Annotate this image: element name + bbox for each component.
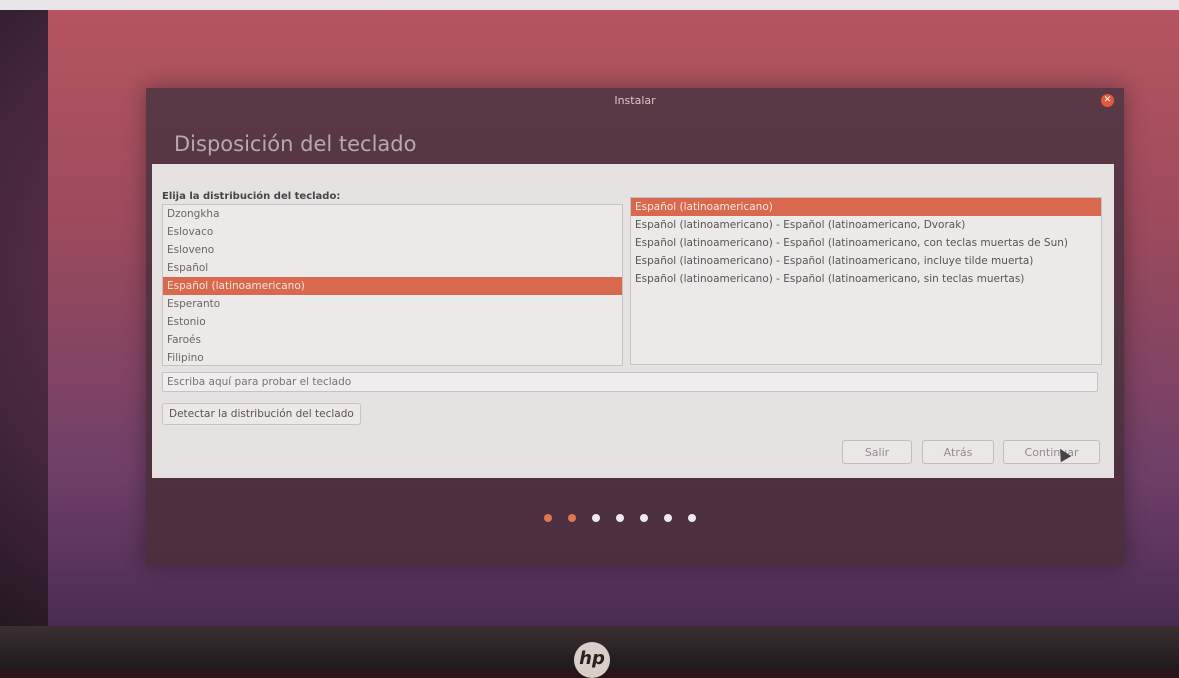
list-item[interactable]: Estonio (163, 313, 622, 331)
list-item[interactable]: Español (latinoamericano) (631, 198, 1101, 216)
window-title: Instalar (614, 94, 656, 107)
list-item[interactable]: Español (163, 259, 622, 277)
progress-dots (544, 514, 696, 526)
progress-dot (616, 514, 624, 522)
quit-button[interactable]: Salir (842, 440, 912, 464)
page-title: Disposición del teclado (174, 132, 417, 156)
progress-dot (664, 514, 672, 522)
hp-logo-icon: hp (574, 642, 610, 678)
list-item[interactable]: Esperanto (163, 295, 622, 313)
list-item[interactable]: Filipino (163, 349, 622, 365)
progress-dot (688, 514, 696, 522)
layout-prompt-label: Elija la distribución del teclado: (162, 191, 341, 202)
progress-dot (592, 514, 600, 522)
installer-window: Instalar ✕ Disposición del teclado Elija… (146, 88, 1124, 566)
progress-dot (568, 514, 576, 522)
progress-dot (544, 514, 552, 522)
detect-layout-button[interactable]: Detectar la distribución del teclado (162, 403, 361, 425)
list-item[interactable]: Español (latinoamericano) - Español (lat… (631, 216, 1101, 234)
list-item[interactable]: Esloveno (163, 241, 622, 259)
list-item[interactable]: Español (latinoamericano) - Español (lat… (631, 234, 1101, 252)
list-item[interactable]: Español (latinoamericano) - Español (lat… (631, 252, 1101, 270)
list-item[interactable]: Dzongkha (163, 205, 622, 223)
variant-list[interactable]: Español (latinoamericano) Español (latino… (630, 197, 1102, 365)
list-item[interactable]: Español (latinoamericano) (163, 277, 622, 295)
continue-button[interactable]: Continuar (1003, 440, 1100, 464)
content-panel: Elija la distribución del teclado: Dzong… (152, 164, 1114, 478)
keyboard-test-input[interactable] (162, 372, 1098, 392)
back-button[interactable]: Atrás (922, 440, 994, 464)
list-item[interactable]: Eslovaco (163, 223, 622, 241)
progress-dot (640, 514, 648, 522)
list-item[interactable]: Faroés (163, 331, 622, 349)
close-icon[interactable]: ✕ (1101, 94, 1114, 107)
monitor-bezel-top (0, 0, 1179, 10)
list-item[interactable]: Español (latinoamericano) - Español (lat… (631, 270, 1101, 288)
language-list[interactable]: Dzongkha Eslovaco Esloveno Español Español (… (162, 204, 623, 366)
